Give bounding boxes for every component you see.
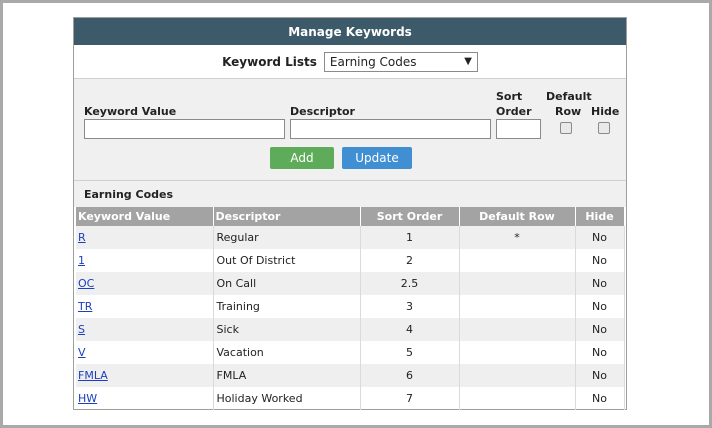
keyword-link[interactable]: R xyxy=(78,231,86,244)
keyword-link[interactable]: 1 xyxy=(78,254,85,267)
keyword-link[interactable]: HW xyxy=(78,392,97,405)
keyword-link[interactable]: OC xyxy=(78,277,94,290)
descriptor-cell: Out Of District xyxy=(213,249,361,272)
sort-order-cell: 1 xyxy=(360,226,460,249)
hide-cell: No xyxy=(575,226,625,249)
table-row: R Regular 1 * No xyxy=(76,226,625,249)
default-row-label-line1: Default xyxy=(546,90,592,103)
add-button[interactable]: Add xyxy=(270,147,334,169)
hide-cell: No xyxy=(575,364,625,387)
keyword-value-input[interactable] xyxy=(84,119,285,139)
sort-order-cell: 2 xyxy=(360,249,460,272)
column-header-keyword-value[interactable]: Keyword Value xyxy=(76,207,214,226)
sort-order-label-line1: Sort xyxy=(496,90,523,103)
default-row-cell xyxy=(459,318,576,341)
column-header-default-row[interactable]: Default Row xyxy=(459,207,576,226)
table-header-row: Keyword Value Descriptor Sort Order Defa… xyxy=(76,207,625,226)
descriptor-cell: Vacation xyxy=(213,341,361,364)
default-row-cell xyxy=(459,364,576,387)
panel-title: Manage Keywords xyxy=(74,18,626,45)
descriptor-cell: Training xyxy=(213,295,361,318)
descriptor-label: Descriptor xyxy=(290,105,355,118)
column-header-descriptor[interactable]: Descriptor xyxy=(213,207,361,226)
default-row-cell xyxy=(459,341,576,364)
default-row-checkbox[interactable] xyxy=(560,122,572,134)
keyword-lists-label: Keyword Lists xyxy=(222,54,317,69)
keyword-form: Keyword Value Descriptor Sort Order Defa… xyxy=(74,79,626,181)
table-row: OC On Call 2.5 No xyxy=(76,272,625,295)
column-header-hide[interactable]: Hide xyxy=(575,207,625,226)
keyword-lists-row: Keyword Lists Earning Codes ▼ xyxy=(74,45,626,79)
caret-down-icon: ▼ xyxy=(464,56,472,67)
default-row-cell xyxy=(459,249,576,272)
hide-cell: No xyxy=(575,318,625,341)
table-row: V Vacation 5 No xyxy=(76,341,625,364)
default-row-cell xyxy=(459,387,576,410)
descriptor-input[interactable] xyxy=(290,119,491,139)
sort-order-cell: 3 xyxy=(360,295,460,318)
keyword-lists-select[interactable]: Earning Codes ▼ xyxy=(323,51,478,72)
hide-cell: No xyxy=(575,272,625,295)
sort-order-input[interactable] xyxy=(496,119,541,139)
update-button[interactable]: Update xyxy=(342,147,412,169)
keyword-link[interactable]: S xyxy=(78,323,85,336)
keyword-lists-selected: Earning Codes xyxy=(329,54,417,69)
keyword-link[interactable]: TR xyxy=(78,300,92,313)
sort-order-cell: 6 xyxy=(360,364,460,387)
hide-cell: No xyxy=(575,249,625,272)
sort-order-cell: 7 xyxy=(360,387,460,410)
sort-order-cell: 4 xyxy=(360,318,460,341)
sort-order-label-line2: Order xyxy=(496,105,532,118)
keyword-link[interactable]: V xyxy=(78,346,86,359)
table-row: TR Training 3 No xyxy=(76,295,625,318)
manage-keywords-panel: Manage Keywords Keyword Lists Earning Co… xyxy=(73,17,627,410)
default-row-cell xyxy=(459,272,576,295)
keywords-table: Keyword Value Descriptor Sort Order Defa… xyxy=(76,207,625,410)
hide-label: Hide xyxy=(591,105,620,118)
keyword-value-label: Keyword Value xyxy=(84,105,177,118)
default-row-cell: * xyxy=(459,226,576,249)
sort-order-cell: 5 xyxy=(360,341,460,364)
hide-checkbox[interactable] xyxy=(598,122,610,134)
table-row: HW Holiday Worked 7 No xyxy=(76,387,625,410)
hide-cell: No xyxy=(575,295,625,318)
descriptor-cell: On Call xyxy=(213,272,361,295)
default-row-label-line2: Row xyxy=(555,105,582,118)
descriptor-cell: Sick xyxy=(213,318,361,341)
hide-cell: No xyxy=(575,341,625,364)
hide-cell: No xyxy=(575,387,625,410)
earning-codes-title: Earning Codes xyxy=(74,181,626,207)
default-row-cell xyxy=(459,295,576,318)
descriptor-cell: Holiday Worked xyxy=(213,387,361,410)
table-row: 1 Out Of District 2 No xyxy=(76,249,625,272)
table-row: S Sick 4 No xyxy=(76,318,625,341)
keyword-link[interactable]: FMLA xyxy=(78,369,108,382)
table-row: FMLA FMLA 6 No xyxy=(76,364,625,387)
column-header-sort-order[interactable]: Sort Order xyxy=(360,207,460,226)
descriptor-cell: FMLA xyxy=(213,364,361,387)
sort-order-cell: 2.5 xyxy=(360,272,460,295)
descriptor-cell: Regular xyxy=(213,226,361,249)
